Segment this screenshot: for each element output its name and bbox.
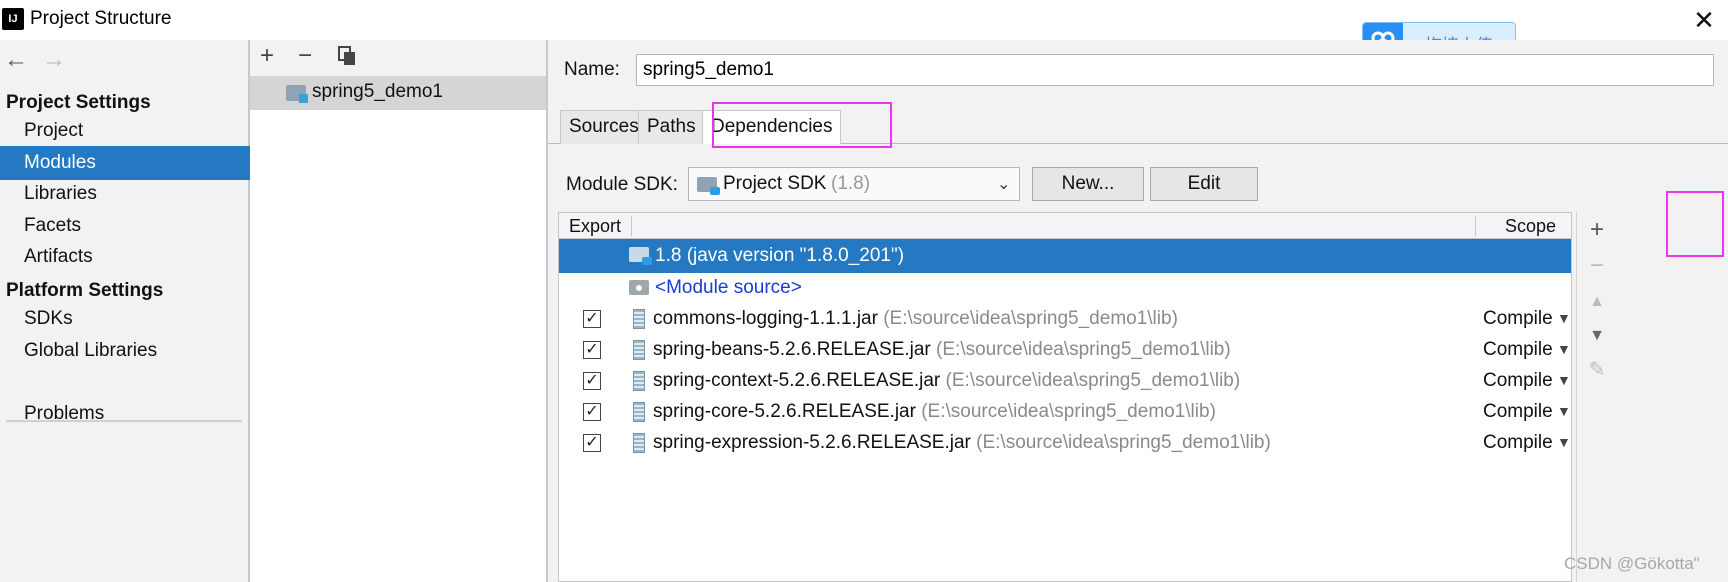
tab-strip: Sources Paths Dependencies — [548, 100, 1728, 144]
module-sdk-dropdown[interactable]: Project SDK (1.8) ⌄ — [688, 167, 1020, 201]
scope-value[interactable]: Compile — [1483, 370, 1553, 392]
dependency-name: commons-logging-1.1.1.jar — [653, 308, 878, 329]
tab-dependencies[interactable]: Dependencies — [702, 110, 842, 144]
scope-value[interactable]: Compile — [1483, 339, 1553, 361]
dependency-entry: spring-beans-5.2.6.RELEASE.jar (E:\sourc… — [653, 339, 1231, 361]
table-row-sdk[interactable]: 1.8 (java version "1.8.0_201") — [559, 239, 1571, 273]
remove-dependency-icon[interactable]: − — [1583, 252, 1611, 280]
dependency-name: spring-context-5.2.6.RELEASE.jar — [653, 370, 941, 391]
nav-item-modules[interactable]: Modules — [0, 146, 250, 180]
new-sdk-button[interactable]: New... — [1032, 167, 1144, 201]
module-sdk-label: Module SDK: — [566, 174, 678, 195]
export-checkbox[interactable]: ✓ — [583, 434, 601, 452]
export-checkbox[interactable]: ✓ — [583, 341, 601, 359]
jar-icon — [633, 433, 645, 453]
scope-dropdown-arrow-icon[interactable]: ▼ — [1557, 310, 1571, 326]
export-checkbox[interactable]: ✓ — [583, 403, 601, 421]
module-source-label: <Module source> — [655, 277, 802, 298]
nav-section-project-settings: Project Settings — [6, 92, 151, 113]
module-folder-icon — [286, 85, 308, 103]
dependency-entry: spring-expression-5.2.6.RELEASE.jar (E:\… — [653, 432, 1271, 454]
dependency-entry: spring-context-5.2.6.RELEASE.jar (E:\sou… — [653, 370, 1240, 392]
jar-icon — [633, 371, 645, 391]
close-icon[interactable]: ✕ — [1690, 6, 1718, 34]
column-scope[interactable]: Scope — [1505, 216, 1556, 237]
scope-dropdown-arrow-icon[interactable]: ▼ — [1557, 372, 1571, 388]
watermark: CSDN @Gökotta" — [1564, 554, 1700, 573]
nav-item-project[interactable]: Project — [0, 114, 250, 148]
table-row[interactable]: ✓ spring-beans-5.2.6.RELEASE.jar (E:\sou… — [559, 333, 1571, 367]
tab-paths[interactable]: Paths — [638, 110, 705, 144]
nav-section-platform-settings: Platform Settings — [6, 280, 164, 301]
settings-nav: ← → Project Settings Project Modules Lib… — [0, 40, 250, 582]
module-tree-panel: + − spring5_demo1 — [250, 40, 548, 582]
module-detail-panel: Name: Sources Paths Dependencies Module … — [548, 40, 1728, 582]
jar-icon — [633, 402, 645, 422]
column-divider — [631, 216, 632, 236]
add-icon[interactable]: + — [260, 42, 274, 70]
module-sdk-value: Project SDK — [723, 173, 827, 194]
table-row[interactable]: ✓ commons-logging-1.1.1.jar (E:\source\i… — [559, 302, 1571, 336]
name-label: Name: — [564, 59, 620, 80]
move-up-icon[interactable]: ▲ — [1583, 288, 1611, 316]
dependency-name: spring-expression-5.2.6.RELEASE.jar — [653, 432, 971, 453]
dependency-path: (E:\source\idea\spring5_demo1\lib) — [921, 401, 1216, 422]
dependency-path: (E:\source\idea\spring5_demo1\lib) — [936, 339, 1231, 360]
nav-item-facets[interactable]: Facets — [0, 209, 250, 243]
add-dependency-icon[interactable]: + — [1583, 216, 1611, 244]
forward-arrow-icon[interactable]: → — [42, 46, 66, 74]
tree-module-row[interactable]: spring5_demo1 — [250, 76, 546, 110]
dependency-name: spring-beans-5.2.6.RELEASE.jar — [653, 339, 931, 360]
sdk-folder-icon — [697, 177, 720, 195]
dependency-path: (E:\source\idea\spring5_demo1\lib) — [976, 432, 1271, 453]
tree-module-label: spring5_demo1 — [312, 81, 443, 102]
table-row[interactable]: ✓ spring-core-5.2.6.RELEASE.jar (E:\sour… — [559, 395, 1571, 429]
jdk-folder-icon — [629, 247, 652, 265]
scope-dropdown-arrow-icon[interactable]: ▼ — [1557, 434, 1571, 450]
column-divider — [1475, 216, 1476, 236]
nav-item-problems[interactable]: Problems — [0, 397, 250, 431]
column-export[interactable]: Export — [569, 216, 621, 237]
dependency-entry: commons-logging-1.1.1.jar (E:\source\ide… — [653, 308, 1178, 330]
copy-icon[interactable] — [338, 46, 356, 66]
tree-toolbar: + − — [250, 40, 546, 76]
scope-dropdown-arrow-icon[interactable]: ▼ — [1557, 341, 1571, 357]
sdk-entry-label: 1.8 (java version "1.8.0_201") — [655, 245, 905, 266]
chevron-down-icon: ⌄ — [997, 176, 1011, 193]
module-sdk-version: (1.8) — [831, 173, 871, 194]
export-checkbox[interactable]: ✓ — [583, 372, 601, 390]
move-down-icon[interactable]: ▼ — [1583, 322, 1611, 350]
nav-item-sdks[interactable]: SDKs — [0, 302, 250, 336]
module-name-field[interactable] — [636, 54, 1714, 86]
intellij-logo-icon: IJ — [0, 6, 26, 32]
dependencies-table: Export Scope 1.8 (java version "1.8.0_20… — [558, 212, 1572, 582]
dependency-path: (E:\source\idea\spring5_demo1\lib) — [945, 370, 1241, 391]
table-row[interactable]: ✓ spring-context-5.2.6.RELEASE.jar (E:\s… — [559, 364, 1571, 398]
module-source-folder-icon — [629, 280, 649, 295]
nav-item-global-libraries[interactable]: Global Libraries — [0, 334, 250, 368]
dependency-path: (E:\source\idea\spring5_demo1\lib) — [883, 308, 1178, 329]
window-title: Project Structure — [30, 8, 172, 29]
tab-sources[interactable]: Sources — [560, 110, 648, 144]
edit-pencil-icon[interactable]: ✎ — [1583, 356, 1611, 384]
scope-value[interactable]: Compile — [1483, 432, 1553, 454]
jar-icon — [633, 309, 645, 329]
table-header: Export Scope — [559, 213, 1571, 239]
edit-sdk-button[interactable]: Edit — [1150, 167, 1258, 201]
nav-item-artifacts[interactable]: Artifacts — [0, 240, 250, 274]
dependency-entry: spring-core-5.2.6.RELEASE.jar (E:\source… — [653, 401, 1216, 423]
jar-icon — [633, 340, 645, 360]
export-checkbox[interactable]: ✓ — [583, 310, 601, 328]
table-row[interactable]: ✓ spring-expression-5.2.6.RELEASE.jar (E… — [559, 426, 1571, 460]
remove-icon[interactable]: − — [298, 42, 312, 70]
scope-dropdown-arrow-icon[interactable]: ▼ — [1557, 403, 1571, 419]
scope-value[interactable]: Compile — [1483, 401, 1553, 423]
nav-item-libraries[interactable]: Libraries — [0, 177, 250, 211]
dependencies-side-toolbar: + − ▲ ▼ ✎ — [1576, 212, 1617, 582]
back-arrow-icon[interactable]: ← — [4, 46, 28, 74]
scope-value[interactable]: Compile — [1483, 308, 1553, 330]
dependency-name: spring-core-5.2.6.RELEASE.jar — [653, 401, 916, 422]
table-row-module-source[interactable]: <Module source> — [559, 271, 1571, 305]
